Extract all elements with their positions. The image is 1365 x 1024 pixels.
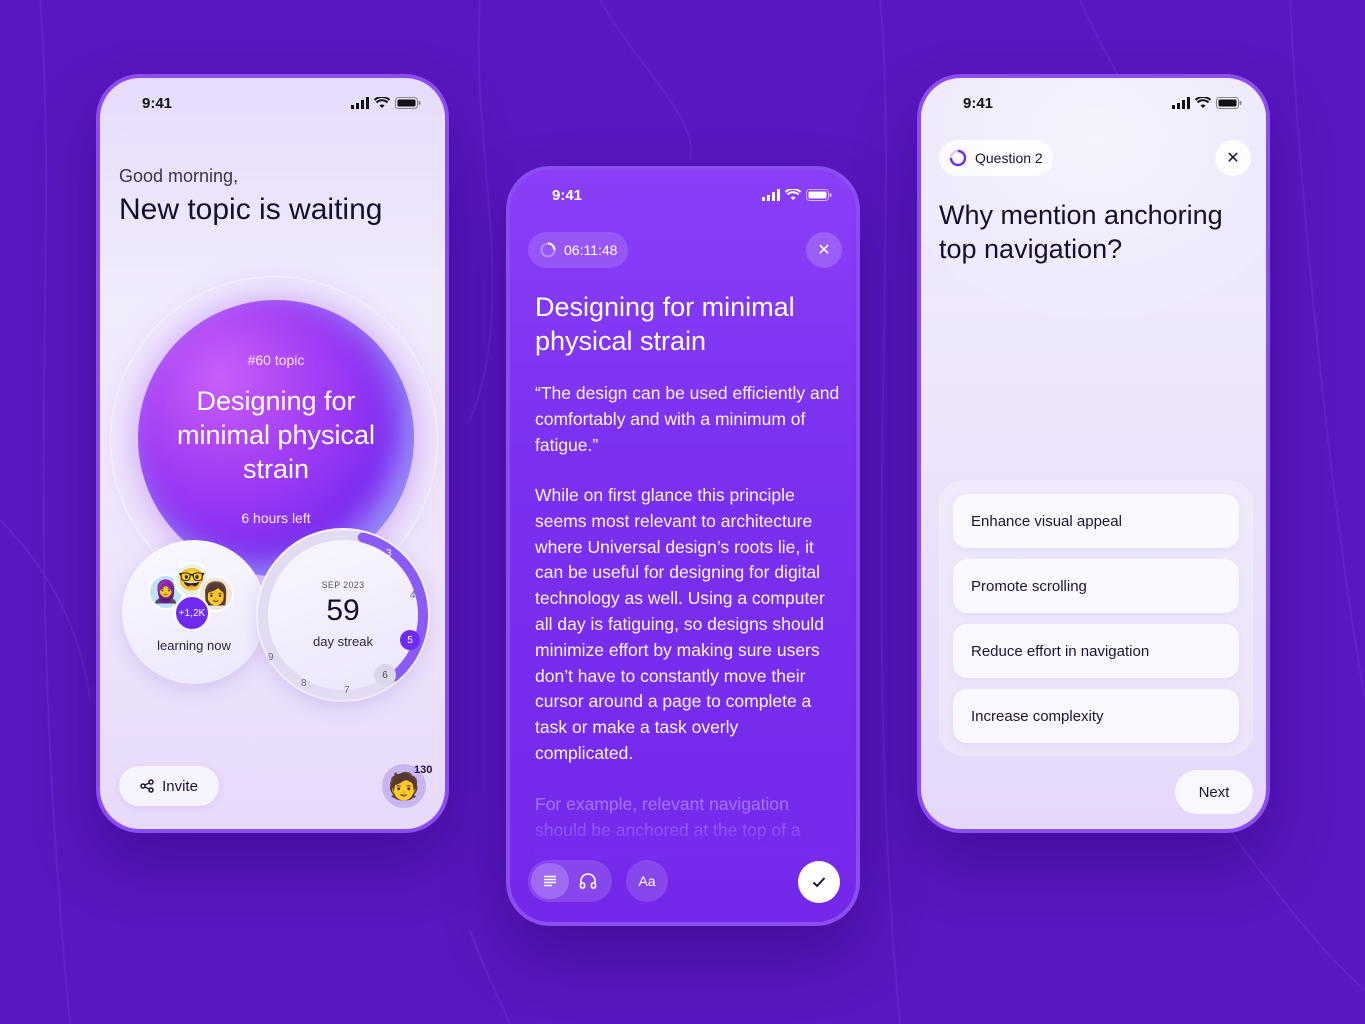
- reading-timer: 06:11:48: [528, 232, 628, 268]
- status-time: 9:41: [963, 94, 994, 112]
- question-progress: Question 2: [939, 140, 1053, 176]
- streak-date: SEP 2023: [321, 580, 365, 590]
- profile-points: 130: [414, 764, 433, 776]
- day-number: 3: [386, 548, 392, 559]
- learning-now-widget[interactable]: 🧕 🤓 👩 +1,2K learning now: [122, 540, 266, 684]
- status-bar: 9:41: [100, 92, 445, 114]
- cellular-icon: [762, 189, 780, 201]
- status-bar: 9:41: [921, 92, 1266, 114]
- battery-icon: [1216, 97, 1242, 109]
- topic-time-left: 6 hours left: [241, 510, 311, 526]
- battery-icon: [395, 97, 421, 109]
- timer-spinner-icon: [540, 242, 556, 258]
- question-label: Question 2: [975, 150, 1043, 166]
- close-icon: ✕: [817, 242, 831, 259]
- learning-count: +1,2K: [174, 595, 210, 631]
- status-bar: 9:41: [510, 184, 856, 206]
- article-body: While on first glance this principle see…: [535, 485, 825, 763]
- greeting: Good morning,: [119, 166, 239, 186]
- question-text: Why mention anchoring top navigation?: [939, 200, 1223, 264]
- page-title: New topic is waiting: [119, 193, 383, 226]
- text-lines-icon: [544, 875, 556, 887]
- article-quote: “The design can be used efficiently and …: [535, 383, 840, 455]
- status-time: 9:41: [142, 94, 173, 112]
- day-number: 9: [268, 652, 274, 663]
- status-time: 9:41: [552, 186, 583, 204]
- font-size-button[interactable]: Aa: [626, 860, 668, 902]
- quiz-screen: 9:41 Question 2 ✕ Why mention anchoring …: [917, 74, 1270, 833]
- close-icon: ✕: [1226, 150, 1240, 167]
- text-mode-button[interactable]: [531, 863, 569, 899]
- battery-icon: [806, 189, 832, 201]
- reader-toolbar: Aa: [528, 860, 668, 902]
- day-number: 6: [374, 664, 396, 686]
- cellular-icon: [1172, 97, 1190, 109]
- invite-button[interactable]: Invite: [119, 766, 219, 806]
- headphones-icon: [579, 873, 597, 889]
- answer-option[interactable]: Enhance visual appeal: [953, 494, 1239, 548]
- answer-list: Enhance visual appeal Promote scrolling …: [939, 480, 1253, 756]
- wifi-icon: [1195, 97, 1211, 108]
- topic-tag: #60 topic: [247, 352, 305, 368]
- timer-value: 06:11:48: [564, 242, 618, 258]
- day-number: 4: [410, 590, 416, 601]
- article-title: Designing for minimal physical strain: [535, 292, 795, 356]
- wifi-icon: [374, 97, 390, 108]
- complete-button[interactable]: [798, 861, 840, 903]
- streak-widget[interactable]: SEP 2023 59 day streak 3 4 5 6 7 8 9: [256, 528, 430, 702]
- answer-option[interactable]: Promote scrolling: [953, 559, 1239, 613]
- learning-label: learning now: [157, 638, 231, 653]
- day-number: 7: [344, 685, 350, 696]
- progress-spinner-icon: [949, 149, 967, 167]
- article-continued: For example, relevant navigation should …: [535, 792, 840, 862]
- checkmark-icon: [812, 877, 826, 888]
- share-icon: [140, 779, 154, 793]
- article-screen: 9:41 06:11:48 ✕ Designing for minimal ph…: [506, 166, 860, 926]
- close-button[interactable]: ✕: [1215, 140, 1251, 176]
- day-number-active: 5: [400, 630, 420, 650]
- close-button[interactable]: ✕: [806, 232, 842, 268]
- streak-number: 59: [326, 594, 360, 627]
- day-number: 8: [301, 678, 307, 689]
- answer-option[interactable]: Increase complexity: [953, 689, 1239, 743]
- cellular-icon: [351, 97, 369, 109]
- invite-label: Invite: [162, 777, 198, 795]
- topic-title: Designing for minimal physical strain: [176, 386, 376, 484]
- wifi-icon: [785, 189, 801, 200]
- answer-option[interactable]: Reduce effort in navigation: [953, 624, 1239, 678]
- home-screen: 9:41 Good morning, New topic is waiting …: [96, 74, 449, 833]
- next-button[interactable]: Next: [1175, 770, 1253, 814]
- reading-mode-toggle: [528, 860, 612, 902]
- audio-mode-button[interactable]: [569, 863, 607, 899]
